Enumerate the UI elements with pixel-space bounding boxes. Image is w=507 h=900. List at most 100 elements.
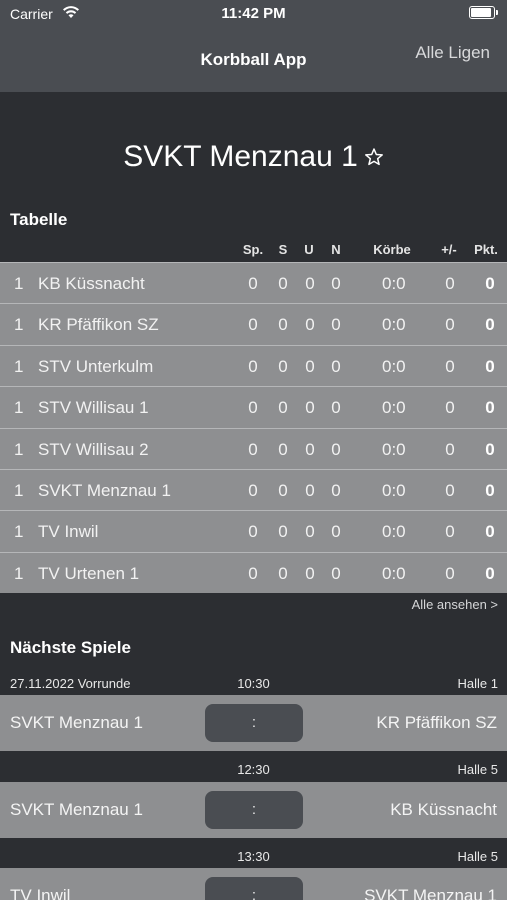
game-meta: 27.11.2022 Vorrunde 10:30 Halle 1 — [0, 674, 507, 694]
header-lost: N — [331, 242, 341, 257]
cell-draw: 0 — [305, 522, 315, 542]
cell-baskets: 0:0 — [382, 356, 406, 376]
table-row[interactable]: 1 KB Küssnacht 0 0 0 0 0:0 0 0 — [0, 262, 507, 304]
cell-baskets: 0:0 — [382, 439, 406, 459]
cell-diff: 0 — [445, 356, 455, 376]
cell-diff: 0 — [445, 439, 455, 459]
table-row[interactable]: 1 TV Inwil 0 0 0 0 0:0 0 0 — [0, 510, 507, 552]
game-row[interactable]: TV Inwil: SVKT Menznau 1 — [0, 868, 507, 900]
cell-games: 0 — [248, 522, 258, 542]
table-row[interactable]: 1 TV Urtenen 1 0 0 0 0 0:0 0 0 — [0, 551, 507, 594]
cell-lost: 0 — [331, 439, 341, 459]
table-section-title: Tabelle — [10, 210, 68, 229]
table-row[interactable]: 1 SVKT Menznau 1 0 0 0 0 0:0 0 0 — [0, 468, 507, 511]
cell-diff: 0 — [445, 398, 455, 418]
table-row[interactable]: 1 STV Willisau 1 0 0 0 0 0:0 0 0 — [0, 386, 507, 428]
see-all-link[interactable]: Alle ansehen > — [412, 597, 498, 612]
cell-baskets: 0:0 — [382, 522, 406, 542]
cell-won: 0 — [278, 480, 288, 500]
cell-rank: 1 — [14, 398, 24, 418]
game-meta: 13:30 Halle 5 — [0, 847, 507, 867]
cell-diff: 0 — [445, 480, 455, 500]
header-points: Pkt. — [474, 242, 498, 257]
table-row[interactable]: 1 STV Willisau 2 0 0 0 0 0:0 0 0 — [0, 427, 507, 469]
cell-diff: 0 — [445, 315, 455, 335]
cell-points: 0 — [485, 356, 495, 376]
game-hall: Halle 5 — [457, 762, 498, 777]
cell-team: SVKT Menznau 1 — [38, 480, 171, 500]
cell-lost: 0 — [331, 315, 341, 335]
header-baskets: Körbe — [373, 242, 411, 257]
cell-lost: 0 — [331, 563, 341, 583]
cell-won: 0 — [278, 315, 288, 335]
cell-games: 0 — [248, 274, 258, 293]
table-row[interactable]: 1 STV Unterkulm 0 0 0 0 0:0 0 0 — [0, 344, 507, 387]
cell-points: 0 — [485, 315, 495, 335]
cell-rank: 1 — [14, 480, 24, 500]
cell-team: KB Küssnacht — [38, 274, 145, 293]
cell-draw: 0 — [305, 356, 315, 376]
game-time: 10:30 — [237, 676, 270, 691]
home-team: TV Inwil — [10, 886, 71, 900]
away-team: KB Küssnacht — [390, 800, 497, 819]
cell-points: 0 — [485, 522, 495, 542]
header-won: S — [278, 242, 288, 257]
cell-draw: 0 — [305, 274, 315, 293]
cell-won: 0 — [278, 439, 288, 459]
status-bar: Carrier 11:42 PM — [0, 0, 507, 28]
cell-points: 0 — [485, 563, 495, 583]
away-team: SVKT Menznau 1 — [364, 886, 497, 900]
game-hall: Halle 5 — [457, 849, 498, 864]
header-diff: +/- — [441, 242, 457, 257]
cell-draw: 0 — [305, 480, 315, 500]
battery-icon — [469, 6, 498, 19]
cell-won: 0 — [278, 398, 288, 418]
cell-diff: 0 — [445, 274, 455, 293]
cell-draw: 0 — [305, 315, 315, 335]
team-header: SVKT Menznau 1 — [0, 140, 507, 174]
header-games: Sp. — [242, 242, 264, 257]
cell-team: KR Pfäffikon SZ — [38, 315, 159, 335]
table-header: Sp. S U N Körbe +/- Pkt. — [0, 240, 507, 260]
cell-games: 0 — [248, 315, 258, 335]
cell-lost: 0 — [331, 522, 341, 542]
cell-baskets: 0:0 — [382, 398, 406, 418]
cell-baskets: 0:0 — [382, 480, 406, 500]
cell-diff: 0 — [445, 522, 455, 542]
cell-won: 0 — [278, 274, 288, 293]
cell-baskets: 0:0 — [382, 563, 406, 583]
team-name: SVKT Menznau 1 — [123, 140, 358, 173]
header-draw: U — [304, 242, 314, 257]
cell-draw: 0 — [305, 398, 315, 418]
cell-team: STV Willisau 1 — [38, 398, 149, 418]
game-meta: 12:30 Halle 5 — [0, 760, 507, 780]
star-favorite-icon[interactable] — [364, 147, 384, 167]
cell-points: 0 — [485, 398, 495, 418]
game-time: 12:30 — [237, 762, 270, 777]
all-leagues-button[interactable]: Alle Ligen — [415, 43, 490, 63]
cell-rank: 1 — [14, 439, 24, 459]
score-box: : — [205, 704, 303, 742]
game-time: 13:30 — [237, 849, 270, 864]
game-row[interactable]: SVKT Menznau 1: KB Küssnacht — [0, 782, 507, 838]
away-team: KR Pfäffikon SZ — [376, 713, 497, 732]
cell-team: STV Willisau 2 — [38, 439, 149, 459]
cell-rank: 1 — [14, 274, 24, 293]
cell-team: TV Urtenen 1 — [38, 563, 140, 583]
clock: 11:42 PM — [221, 5, 286, 22]
cell-points: 0 — [485, 274, 495, 293]
cell-lost: 0 — [331, 356, 341, 376]
game-row[interactable]: SVKT Menznau 1: KR Pfäffikon SZ — [0, 695, 507, 751]
cell-draw: 0 — [305, 563, 315, 583]
cell-won: 0 — [278, 522, 288, 542]
score-box: : — [205, 791, 303, 829]
cell-team: STV Unterkulm — [38, 356, 154, 376]
cell-diff: 0 — [445, 563, 455, 583]
cell-rank: 1 — [14, 315, 24, 335]
home-team: SVKT Menznau 1 — [10, 713, 143, 732]
cell-won: 0 — [278, 563, 288, 583]
cell-lost: 0 — [331, 274, 341, 293]
cell-rank: 1 — [14, 563, 24, 583]
table-row[interactable]: 1 KR Pfäffikon SZ 0 0 0 0 0:0 0 0 — [0, 303, 507, 345]
games-section-title: Nächste Spiele — [10, 638, 131, 657]
